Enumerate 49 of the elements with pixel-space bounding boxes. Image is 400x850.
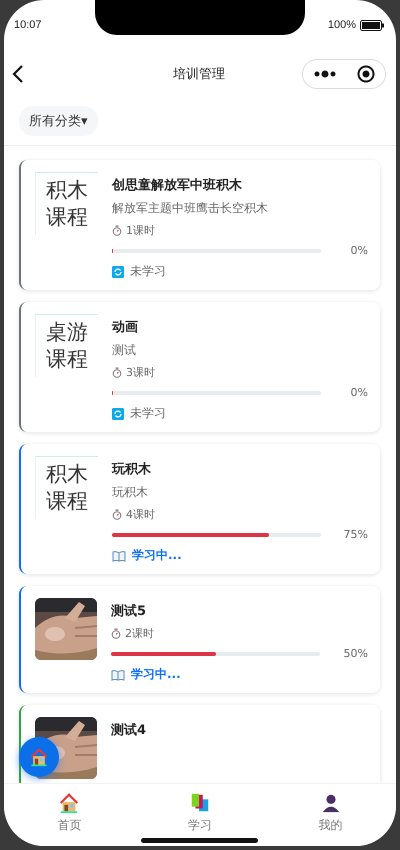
- progress-percent: 0%: [350, 386, 368, 399]
- books-icon: [189, 792, 211, 814]
- tab-item[interactable]: 我的: [265, 784, 396, 846]
- stopwatch-icon: [112, 509, 122, 520]
- battery-icon: [360, 20, 384, 30]
- stopwatch-icon: [112, 225, 122, 236]
- house-icon: [58, 792, 80, 814]
- book-icon: [111, 668, 125, 680]
- refresh-icon: [112, 266, 124, 278]
- course-cover: 积木 课程: [35, 172, 98, 235]
- stopwatch-icon: [111, 628, 121, 639]
- refresh-icon: [112, 408, 124, 420]
- battery-percent: 100%: [328, 19, 356, 31]
- course-card[interactable]: 积木 课程 玩积木 玩积木 4课时 75% 学习中...: [19, 444, 380, 574]
- course-card[interactable]: 桌游 课程 动画 测试 3课时 0% 未学习: [19, 302, 380, 432]
- progress-percent: 50%: [342, 647, 368, 660]
- course-title: 玩积木: [112, 461, 152, 478]
- course-title: 测试4: [111, 722, 148, 739]
- course-cover: 桌游 课程: [35, 314, 98, 377]
- course-cover: 积木 课程: [35, 456, 98, 519]
- lesson-hours: 4课时: [126, 507, 155, 522]
- course-subtitle: 玩积木: [112, 484, 149, 501]
- progress-percent: 75%: [342, 528, 368, 541]
- study-status: 未学习: [130, 405, 166, 422]
- lesson-hours: 2课时: [125, 626, 154, 641]
- house-icon: [29, 747, 49, 767]
- course-card[interactable]: 测试5 2课时 50% 学习中...: [19, 586, 380, 693]
- course-card[interactable]: 测试4: [19, 705, 380, 783]
- course-title: 创思童解放军中班积木: [112, 176, 243, 194]
- course-subtitle: 解放军主题中班鹰击长空积木: [112, 200, 269, 217]
- category-filter[interactable]: 所有分类▾: [19, 106, 98, 136]
- more-icon[interactable]: [314, 70, 336, 78]
- tab-item[interactable]: 首页: [4, 784, 135, 846]
- study-status: 学习中...: [131, 666, 181, 683]
- lesson-hours: 1课时: [126, 223, 155, 238]
- stopwatch-icon: [112, 367, 122, 378]
- course-subtitle: 测试: [112, 342, 137, 359]
- study-status: 未学习: [130, 263, 166, 280]
- course-title: 测试5: [111, 603, 148, 620]
- progress-percent: 0%: [350, 244, 368, 257]
- capsule-menu[interactable]: [302, 58, 386, 88]
- page-title: 培训管理: [173, 66, 225, 82]
- back-icon[interactable]: [12, 64, 24, 82]
- study-status: 学习中...: [132, 547, 182, 564]
- course-card[interactable]: 积木 课程 创思童解放军中班积木 解放军主题中班鹰击长空积木 1课时 0% 未学习: [19, 160, 380, 290]
- course-title: 动画: [112, 319, 139, 336]
- book-icon: [112, 550, 126, 562]
- lesson-hours: 3课时: [126, 365, 155, 380]
- clock-time: 10:07: [14, 19, 42, 31]
